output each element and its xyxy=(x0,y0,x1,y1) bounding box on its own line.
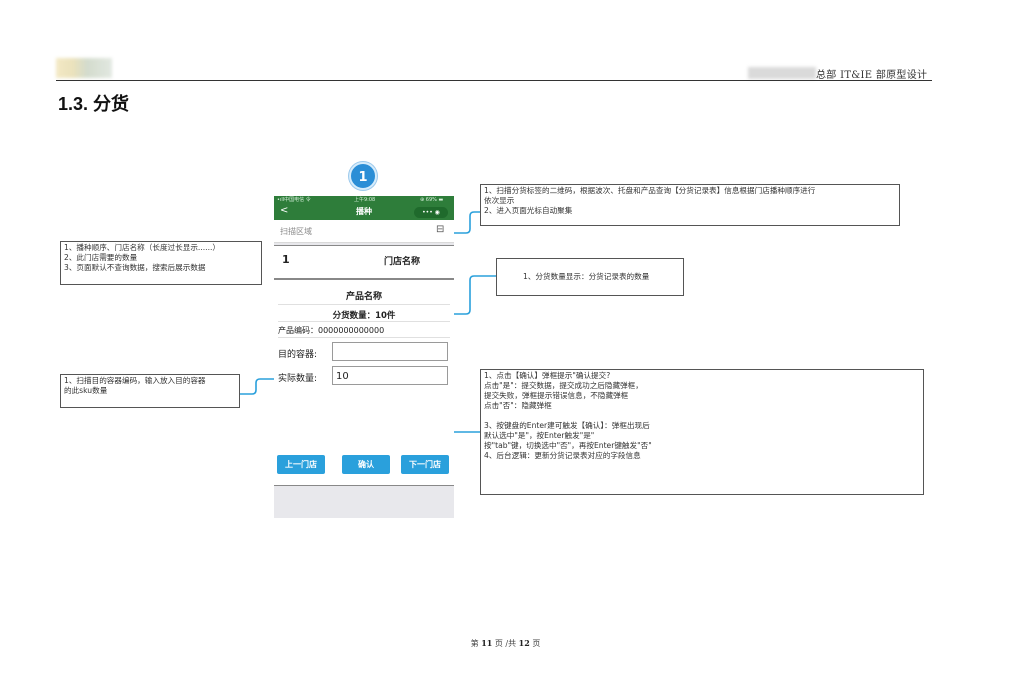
scan-input[interactable]: 扫描区域 ⊟ xyxy=(274,220,454,243)
nav-bar: < 播种 ••• ◉ xyxy=(274,205,454,220)
store-card: 1 门店名称 xyxy=(274,245,454,279)
note-line: 2、进入页面光标自动聚集 xyxy=(484,206,573,215)
note-line: 3、页面默认不查询数据，搜索后展示数据 xyxy=(64,263,206,272)
confirm-button[interactable]: 确认 xyxy=(342,455,390,474)
note-line: 1、播种顺序、门店名称（长度过长显示......） xyxy=(64,243,220,252)
scan-icon[interactable]: ⊟ xyxy=(436,224,444,235)
note-line: 默认选中"是"，按Enter触发"是" xyxy=(484,431,595,440)
note-confirm-logic: 1、点击【确认】弹框提示"确认提交? 点击"是"：提交数据，提交成功之后隐藏弹框… xyxy=(480,369,924,495)
divider xyxy=(278,337,450,338)
allocation-quantity: 分货数量：10件 xyxy=(332,311,396,321)
note-line: 提交失败，弹框提示错误信息，不隐藏弹框 xyxy=(484,391,629,400)
next-store-button[interactable]: 下一门店 xyxy=(401,455,449,474)
sow-sequence: 1 xyxy=(282,253,290,266)
note-line: 点击"是"：提交数据，提交成功之后隐藏弹框， xyxy=(484,381,643,390)
divider xyxy=(278,304,450,305)
carrier-text: •ıll中国电信 令 xyxy=(277,197,311,203)
actual-qty-input[interactable]: 10 xyxy=(332,366,448,385)
note-store-info: 1、播种顺序、门店名称（长度过长显示......） 2、此门店需要的数量 3、页… xyxy=(60,241,262,285)
note-dest-container: 1、扫描目的容器编码，输入放入目的容器 的此sku数量 xyxy=(60,374,240,408)
dest-container-label: 目的容器: xyxy=(278,350,318,360)
battery-icon: ⊕ 69% ▬ xyxy=(420,197,444,203)
status-time: 上午9:08 xyxy=(354,197,376,203)
note-line: 依次显示 xyxy=(484,196,515,205)
phone-mockup: •ıll中国电信 令 上午9:08 ⊕ 69% ▬ < 播种 ••• ◉ 扫描区… xyxy=(274,196,454,518)
note-line: 1、分货数量显示：分货记录表的数量 xyxy=(523,272,650,281)
note-quantity-display: 1、分货数量显示：分货记录表的数量 xyxy=(496,258,684,296)
dest-container-input[interactable] xyxy=(332,342,448,361)
connector-qty xyxy=(454,275,496,315)
current-page-number: 11 xyxy=(481,638,493,648)
note-line: 1、点击【确认】弹框提示"确认提交? xyxy=(484,371,611,380)
actual-qty-label: 实际数量: xyxy=(278,374,318,384)
product-name: 产品名称 xyxy=(345,292,382,302)
note-line: 的此sku数量 xyxy=(64,386,108,395)
note-scan-description: 1、扫描分货标签的二维码，根据波次、托盘和产品查询【分货记录表】信息根据门店播种… xyxy=(480,184,900,226)
note-line xyxy=(484,411,920,421)
footer-suffix: 页 xyxy=(532,639,541,648)
step-number-badge: 1 xyxy=(349,162,377,190)
footer-mid: 页 /共 xyxy=(494,639,517,648)
page-footer: 第 11 页 /共 12 页 xyxy=(0,638,1011,649)
note-line: 3、按键盘的Enter建可触发【确认】：弹框出现后 xyxy=(484,421,650,430)
store-name: 门店名称 xyxy=(384,257,421,267)
total-page-number: 12 xyxy=(518,638,530,648)
product-card: 产品名称 分货数量：10件 产品编码：0000000000000 目的容器: 实… xyxy=(274,279,454,486)
note-line: 2、此门店需要的数量 xyxy=(64,253,138,262)
note-line: 4、后台逻辑：更新分货记录表对应的字段信息 xyxy=(484,451,641,460)
note-line: 1、扫描目的容器编码，输入放入目的容器 xyxy=(64,376,206,385)
note-line: 1、扫描分货标签的二维码，根据波次、托盘和产品查询【分货记录表】信息根据门店播种… xyxy=(484,186,816,195)
status-bar: •ıll中国电信 令 上午9:08 ⊕ 69% ▬ xyxy=(274,196,454,205)
product-code: 产品编码：0000000000000 xyxy=(278,326,385,335)
connector-top xyxy=(454,211,480,234)
footer-prefix: 第 xyxy=(470,639,479,648)
connector-lines xyxy=(240,211,496,462)
connector-left xyxy=(240,378,276,395)
note-line: 按"tab"键，切换选中"否"，再按Enter键触发"否" xyxy=(484,441,652,450)
note-line: 点击"否"：隐藏弹框 xyxy=(484,401,552,410)
prev-store-button[interactable]: 上一门店 xyxy=(277,455,325,474)
menu-capsule-icon[interactable]: ••• ◉ xyxy=(414,207,448,218)
divider xyxy=(278,321,450,322)
scan-placeholder: 扫描区域 xyxy=(280,227,312,236)
